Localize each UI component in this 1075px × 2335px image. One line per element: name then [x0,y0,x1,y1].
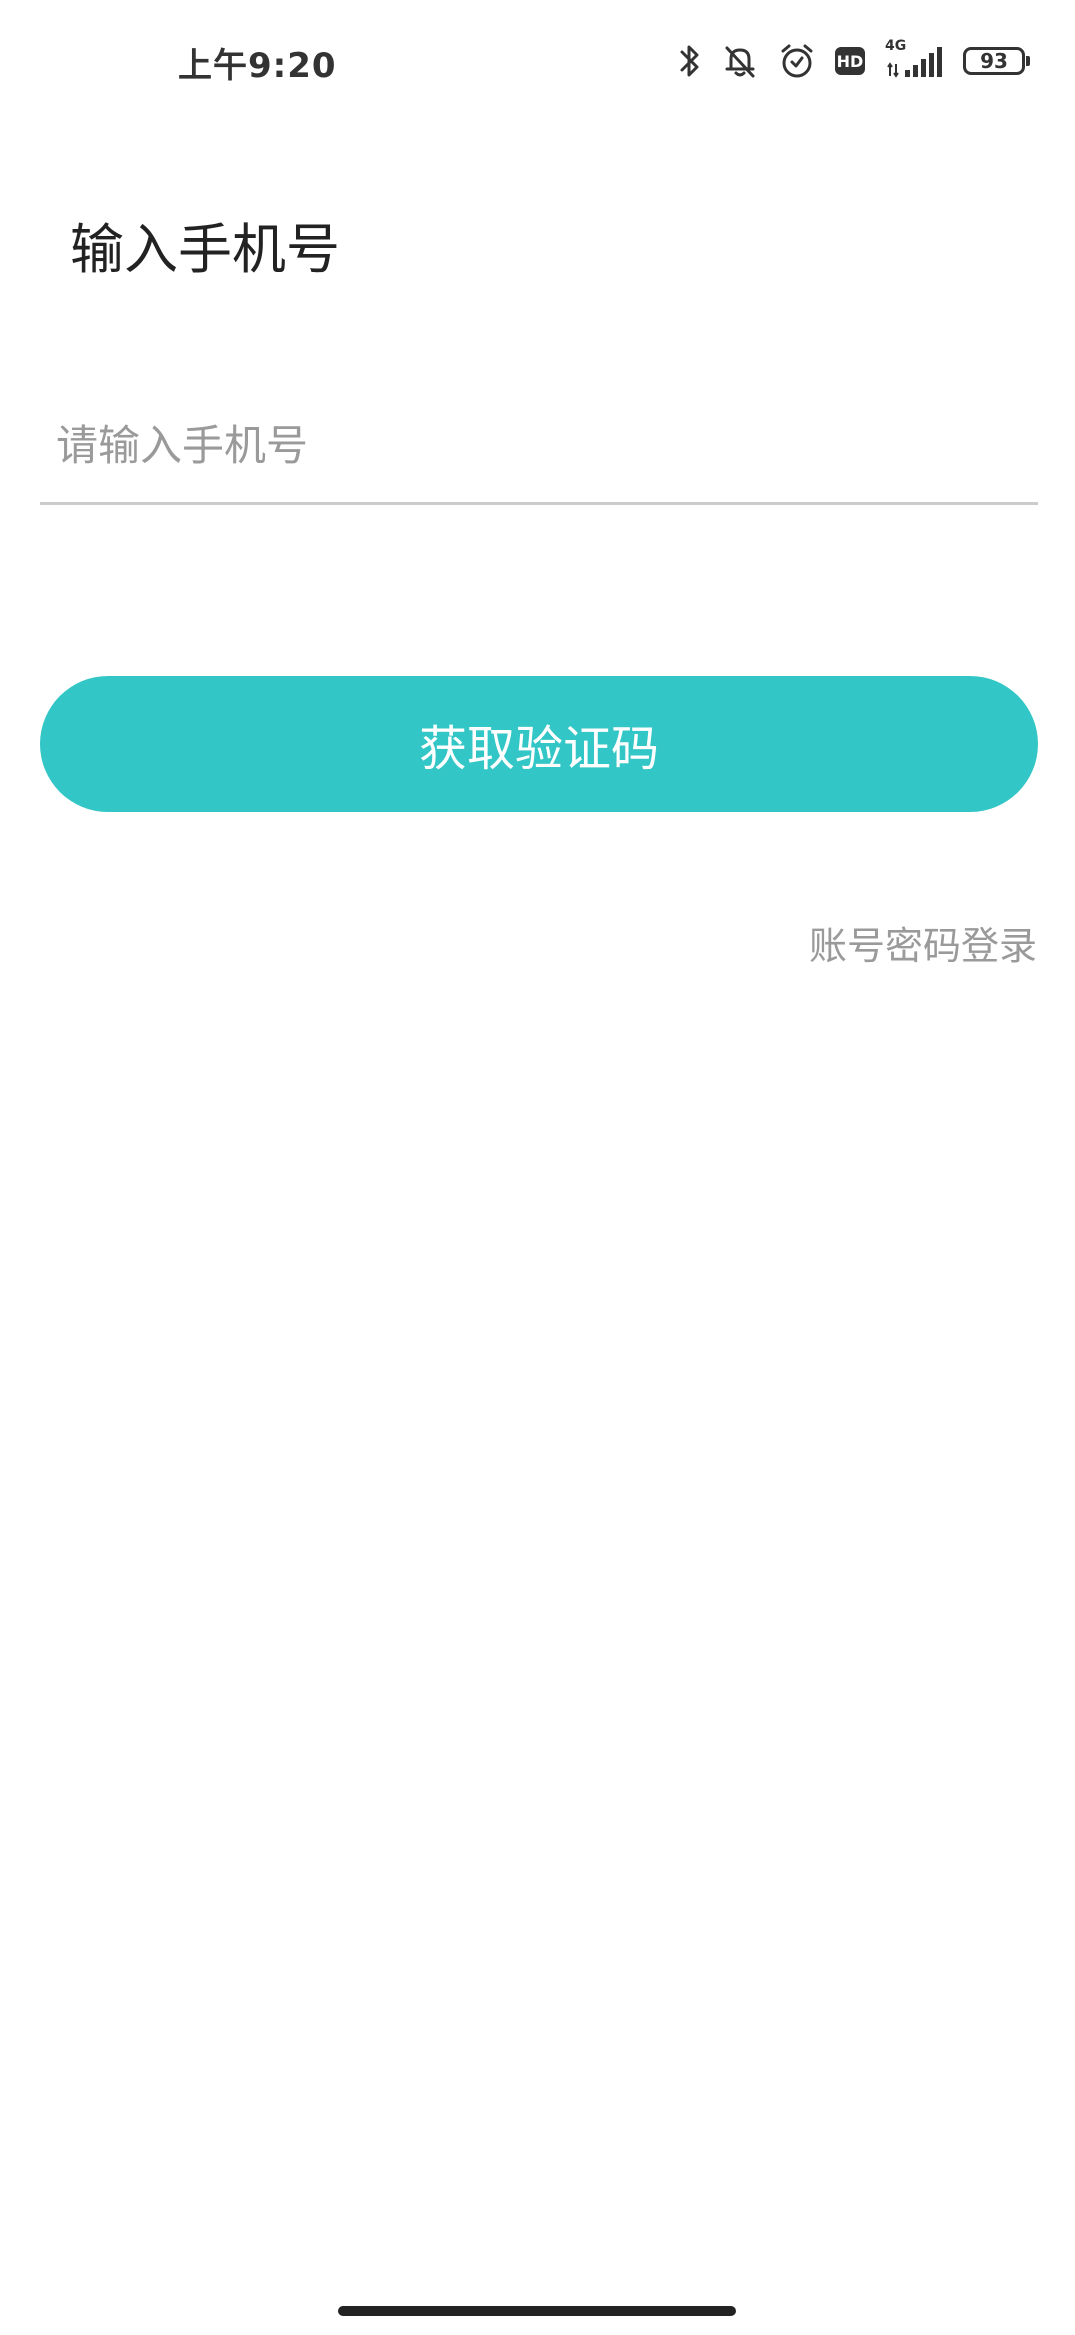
alarm-icon [779,42,815,80]
phone-field [40,385,1038,505]
status-bar: 上午9:20 HD 4G 93 [0,0,1075,125]
password-login-link[interactable]: 账号密码登录 [809,915,1037,970]
status-icons: HD 4G 93 [679,38,1030,84]
status-time: 上午9:20 [178,46,337,86]
page-title: 输入手机号 [70,218,340,281]
battery-icon: 93 [963,47,1030,75]
get-verification-code-button[interactable]: 获取验证码 [40,676,1038,812]
phone-number-input[interactable] [56,410,1016,480]
signal-icon: 4G [885,38,943,80]
battery-level: 93 [980,49,1008,73]
bluetooth-icon [679,42,701,80]
hd-icon: HD [835,47,865,75]
mute-bell-icon [721,42,759,80]
home-indicator[interactable] [338,2306,736,2316]
